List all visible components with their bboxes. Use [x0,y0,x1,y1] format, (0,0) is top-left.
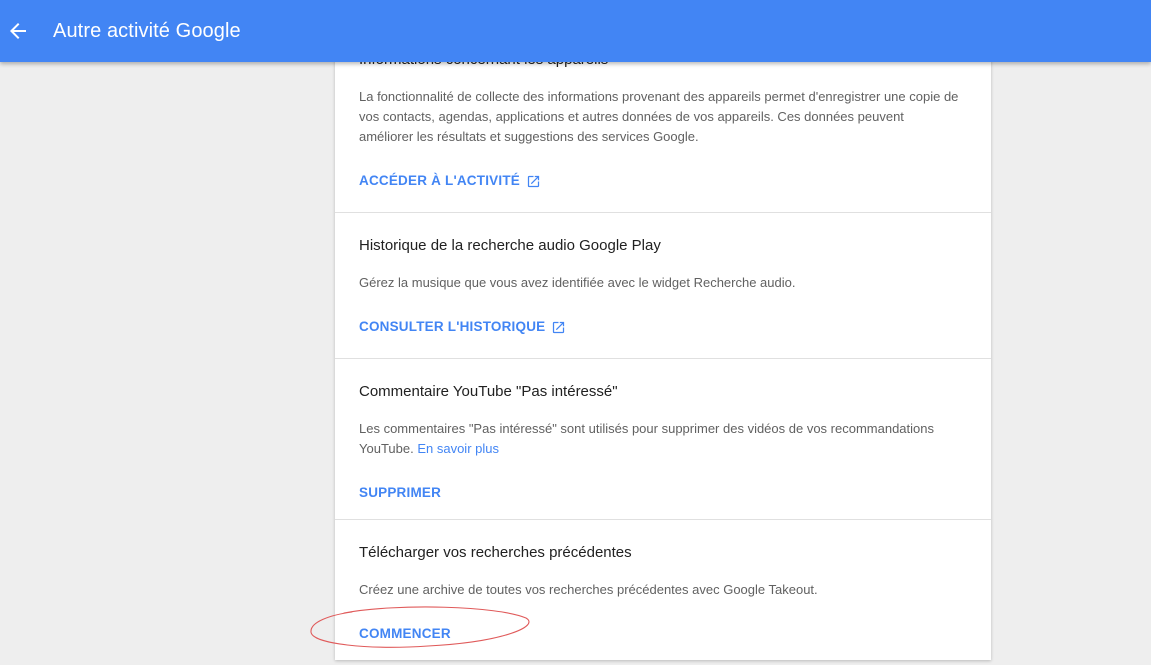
access-activity-link[interactable]: ACCÉDER À L'ACTIVITÉ [359,171,541,191]
section-title: Commentaire YouTube "Pas intéressé" [359,383,618,400]
view-history-link[interactable]: CONSULTER L'HISTORIQUE [359,317,566,337]
action-label: ACCÉDER À L'ACTIVITÉ [359,173,520,188]
section-youtube-not-interested: Commentaire YouTube "Pas intéressé" Les … [335,359,991,520]
section-title: Télécharger vos recherches précédentes [359,544,632,561]
page-title: Autre activité Google [53,20,241,42]
section-title: Historique de la recherche audio Google … [359,237,661,254]
activity-card: Informations concernant les appareils La… [335,40,991,660]
arrow-back-icon [10,23,26,39]
open-in-new-icon [526,174,541,189]
open-in-new-icon [551,320,566,335]
section-description: Les commentaires "Pas intéressé" sont ut… [359,419,959,459]
section-audio-search-history: Historique de la recherche audio Google … [335,213,991,359]
section-download-searches: Télécharger vos recherches précédentes C… [335,520,991,660]
section-description: Gérez la musique que vous avez identifié… [359,275,796,290]
delete-button[interactable]: SUPPRIMER [359,483,441,503]
learn-more-link[interactable]: En savoir plus [417,441,499,456]
section-description: La fonctionnalité de collecte des inform… [359,89,959,144]
action-label: CONSULTER L'HISTORIQUE [359,319,546,334]
start-button[interactable]: COMMENCER [359,624,451,644]
back-button[interactable] [4,17,32,45]
app-bar: Autre activité Google [0,0,1151,62]
section-description: Créez une archive de toutes vos recherch… [359,582,818,597]
